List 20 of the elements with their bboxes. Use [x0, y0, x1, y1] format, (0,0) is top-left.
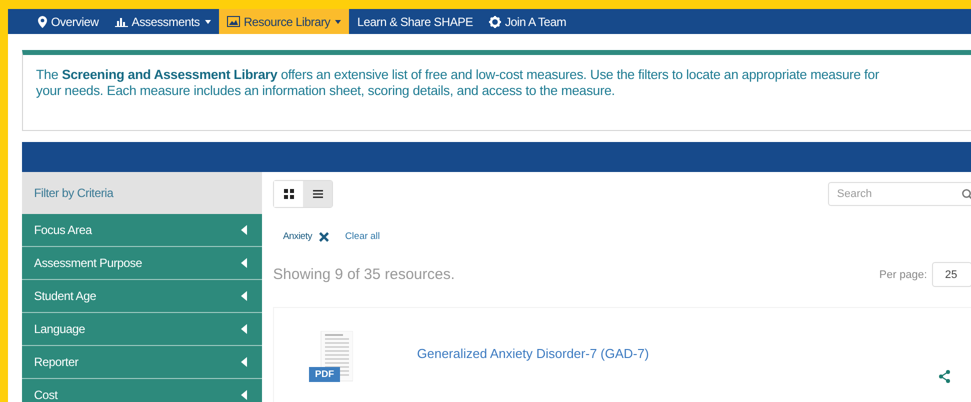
filter-heading: Filter by Criteria: [22, 172, 262, 214]
nav-tab[interactable]: Resource Library: [218, 9, 350, 34]
per-page-select[interactable]: 25: [932, 262, 971, 287]
result-count: Showing 9 of 35 resources.: [273, 266, 456, 283]
filter-category[interactable]: Cost: [22, 379, 262, 402]
filter-category[interactable]: Reporter: [22, 346, 262, 379]
nav-tab[interactable]: Learn & Share SHAPE: [349, 9, 481, 34]
filter-category[interactable]: Focus Area: [22, 214, 262, 247]
clear-all-link[interactable]: Clear all: [345, 231, 380, 242]
per-page-label: Per page:: [879, 268, 927, 280]
nav-tab[interactable]: Overview: [30, 9, 107, 34]
search-field[interactable]: Search: [828, 182, 971, 206]
filter-category[interactable]: Student Age: [22, 280, 262, 313]
resource-title-link[interactable]: Generalized Anxiety Disorder-7 (GAD-7): [417, 346, 649, 360]
intro-text: The Screening and Assessment Library offers an extensive list of free and low-cost measures. Use the filters to locate an appropriate measure for your needs. Each measure includes an information sheet, scoring details, and access to the measure.: [36, 67, 880, 99]
filter-category[interactable]: Language: [22, 313, 262, 346]
filter-category[interactable]: Assessment Purpose: [22, 247, 262, 280]
nav-tab[interactable]: Assessments: [106, 9, 219, 34]
nav-tab[interactable]: Join A Team: [480, 9, 574, 34]
active-filter: Anxiety: [283, 231, 312, 242]
